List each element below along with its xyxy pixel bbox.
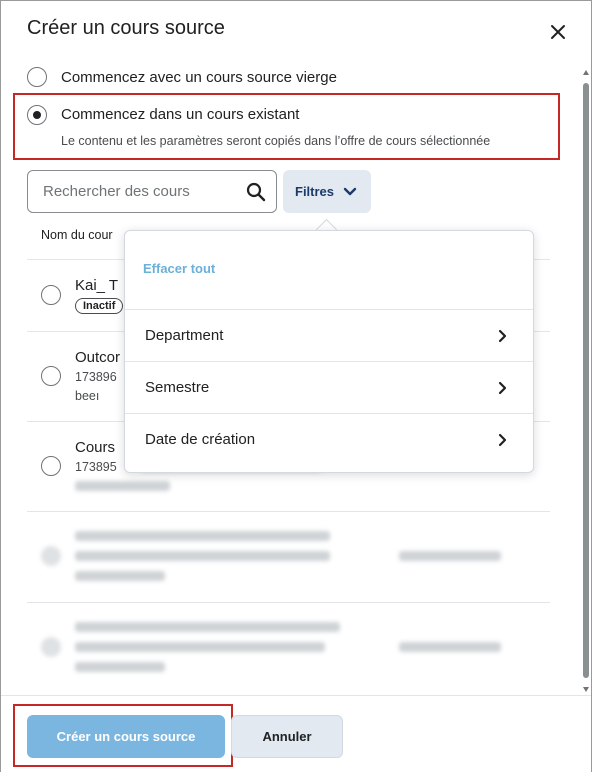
row-title: Outcor <box>75 349 121 366</box>
filters-button[interactable]: Filtres <box>283 170 371 213</box>
option-existing-label: Commencez dans un cours existant <box>61 106 300 123</box>
redacted-radio <box>41 637 61 657</box>
radio-blank-course[interactable] <box>27 67 47 87</box>
filter-item-department[interactable]: Department <box>125 309 533 362</box>
row-radio[interactable] <box>41 366 61 386</box>
search-icon[interactable] <box>246 182 266 202</box>
chevron-right-icon <box>498 381 507 395</box>
filter-item-semester[interactable]: Semestre <box>125 361 533 414</box>
filter-dropdown-menu: Effacer tout Department Semestre Date de… <box>124 230 534 473</box>
row-title: Cours <box>75 439 116 456</box>
filter-item-creation-date[interactable]: Date de création <box>125 413 533 466</box>
redacted-text <box>75 642 325 652</box>
row-radio[interactable] <box>41 285 61 305</box>
option-existing-description: Le contenu et les paramètres seront copi… <box>61 134 491 148</box>
row-code-secondary: beeı <box>75 389 100 403</box>
row-title: Kai_ T <box>75 277 119 294</box>
scroll-up-icon[interactable] <box>582 69 590 77</box>
redacted-text <box>75 531 330 541</box>
search-input[interactable]: Rechercher des cours <box>27 170 277 213</box>
radio-existing-course[interactable] <box>27 105 47 125</box>
chevron-right-icon <box>498 329 507 343</box>
filter-item-label: Semestre <box>145 379 210 396</box>
scroll-down-icon[interactable] <box>582 685 590 693</box>
row-radio[interactable] <box>41 456 61 476</box>
column-header-course-name: Nom du cour <box>41 228 113 242</box>
redacted-text <box>75 551 330 561</box>
chevron-down-icon <box>343 187 357 196</box>
chevron-right-icon <box>498 433 507 447</box>
status-badge: Inactif <box>75 298 124 314</box>
highlight-box-existing-course <box>13 93 560 160</box>
redacted-text <box>75 481 170 491</box>
redacted-text <box>75 662 165 672</box>
redacted-text <box>75 571 165 581</box>
dialog-title: Créer un cours source <box>27 17 225 39</box>
redacted-text <box>75 622 340 632</box>
scroll-thumb[interactable] <box>583 83 589 678</box>
filter-item-label: Department <box>145 327 224 344</box>
clear-all-link[interactable]: Effacer tout <box>143 261 215 276</box>
create-source-course-button[interactable]: Créer un cours source <box>27 715 225 758</box>
row-code: 173896 <box>75 370 117 384</box>
option-blank-label: Commencez avec un cours source vierge <box>61 69 337 86</box>
filter-item-label: Date de création <box>145 431 256 448</box>
row-code: 173895 <box>75 460 117 474</box>
scrollbar[interactable] <box>581 69 591 695</box>
divider <box>27 602 550 603</box>
redacted-date <box>399 551 501 561</box>
close-icon[interactable] <box>549 23 567 41</box>
filters-label: Filtres <box>295 184 335 199</box>
create-source-course-dialog: Créer un cours source Commencez avec un … <box>0 0 592 772</box>
divider <box>27 511 550 512</box>
redacted-radio <box>41 546 61 566</box>
search-placeholder: Rechercher des cours <box>43 183 190 200</box>
cancel-button[interactable]: Annuler <box>231 715 343 758</box>
redacted-date <box>399 642 501 652</box>
